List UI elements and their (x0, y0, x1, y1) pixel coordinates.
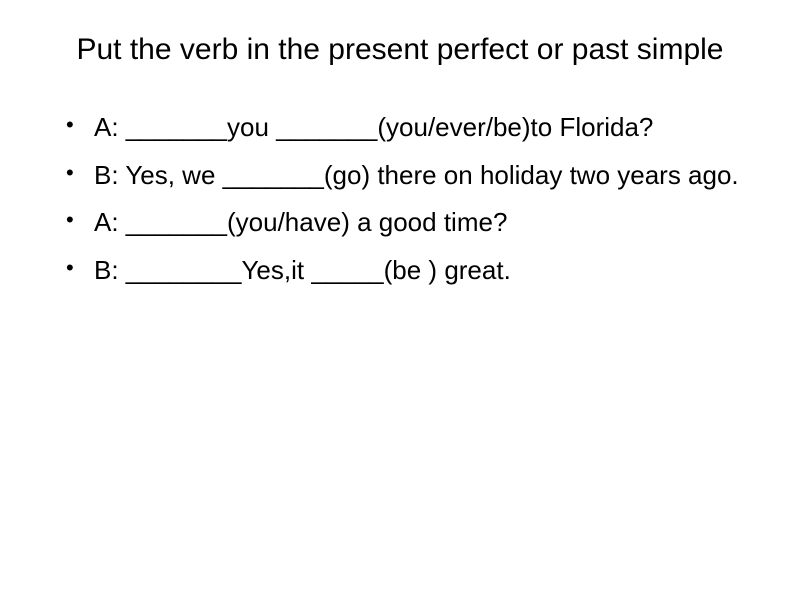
list-item: A: _______(you/have) a good time? (66, 204, 752, 242)
list-item: A: _______you _______(you/ever/be)to Flo… (66, 109, 752, 147)
list-item: B: Yes, we _______(go) there on holiday … (66, 157, 752, 195)
page-title: Put the verb in the present perfect or p… (48, 30, 752, 69)
list-item: B: ________Yes,it _____(be ) great. (66, 252, 752, 290)
exercise-list: A: _______you _______(you/ever/be)to Flo… (48, 109, 752, 290)
